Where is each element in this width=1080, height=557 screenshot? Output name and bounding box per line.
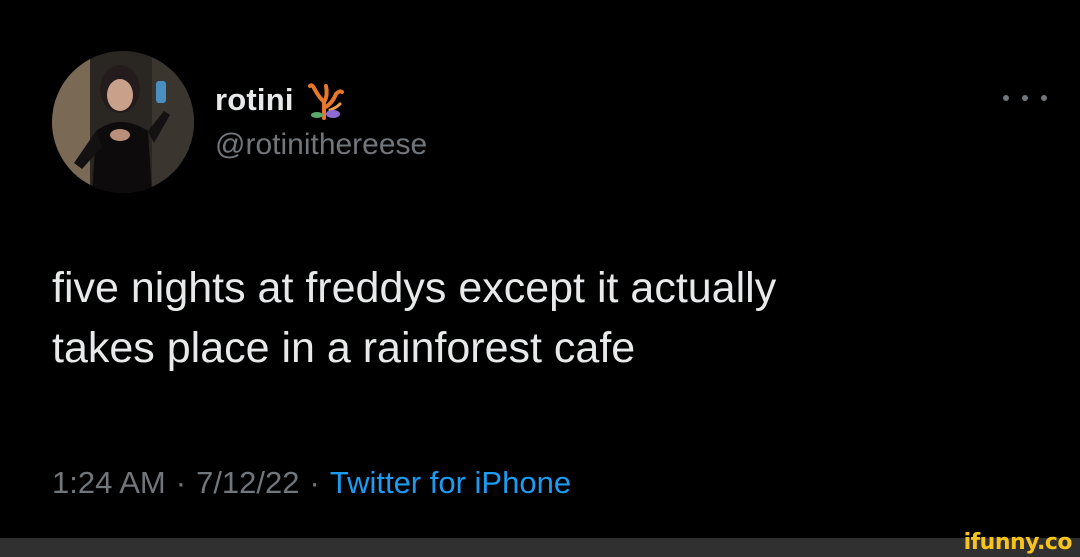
watermark-bar [0,538,1080,557]
tweet-card: rotini @rotinithereese five nights at fr… [0,0,1080,538]
author-handle[interactable]: @rotinithereese [215,128,427,162]
more-dot-icon [1003,95,1009,101]
more-dot-icon [1022,95,1028,101]
author-name-row: rotini [215,78,346,122]
more-dot-icon [1041,95,1047,101]
ifunny-watermark-logo: ifunny.co [963,530,1073,555]
author-display-name[interactable]: rotini [215,82,294,118]
avatar[interactable] [52,51,194,193]
meta-separator: · [175,465,187,500]
meta-separator: · [309,465,320,500]
avatar-photo [52,51,194,193]
tweet-date[interactable]: 7/12/22 [196,465,299,500]
more-options-button[interactable] [1003,86,1047,110]
tweet-source-link[interactable]: Twitter for iPhone [330,465,571,500]
coral-emoji-icon [306,80,346,120]
tweet-metadata: 1:24 AM · 7/12/22 · Twitter for iPhone [52,465,571,501]
tweet-time[interactable]: 1:24 AM [52,465,166,500]
tweet-text: five nights at freddys except it actuall… [52,264,777,372]
